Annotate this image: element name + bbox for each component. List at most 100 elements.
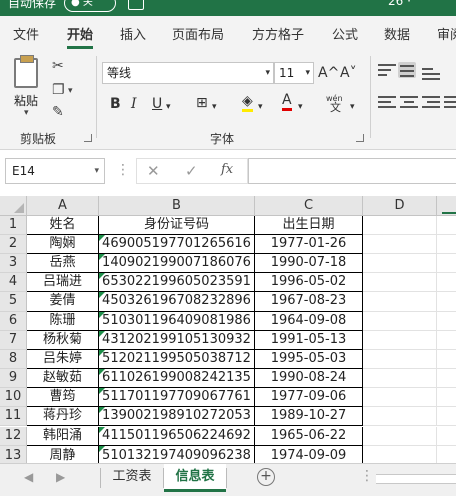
more-options-icon[interactable]: ⋮ xyxy=(360,468,374,484)
chevron-down-icon[interactable]: ▾ xyxy=(24,108,29,118)
table-cell[interactable]: 陶娴 xyxy=(27,235,99,255)
table-cell[interactable]: 611026199008242135 xyxy=(99,369,255,389)
table-cell[interactable]: 512021199505038712 xyxy=(99,349,255,370)
table-cell[interactable]: 469005197701265616 xyxy=(99,235,255,255)
align-middle-icon[interactable] xyxy=(398,62,416,78)
cancel-icon[interactable]: ✕ xyxy=(147,162,160,180)
table-cell[interactable] xyxy=(437,235,456,255)
scroll-left-icon[interactable]: ◀ xyxy=(24,470,33,484)
table-cell[interactable]: 赵敏茹 xyxy=(27,369,99,389)
formula-input[interactable] xyxy=(248,158,456,184)
table-cell[interactable]: 511701197709067761 xyxy=(99,388,255,408)
table-cell[interactable] xyxy=(363,235,437,255)
save-icon[interactable] xyxy=(128,0,144,10)
table-cell[interactable] xyxy=(363,388,437,408)
row-header[interactable]: 7 xyxy=(0,330,27,350)
border-icon[interactable]: ⊞ xyxy=(196,94,208,112)
chevron-down-icon[interactable]: ▾ xyxy=(350,98,355,116)
table-cell[interactable] xyxy=(437,312,456,331)
table-cell[interactable]: 450326196708232896 xyxy=(99,292,255,312)
tab-page-layout[interactable]: 页面布局 xyxy=(172,24,224,43)
cell-d1[interactable] xyxy=(363,216,437,235)
tab-formulas[interactable]: 公式 xyxy=(332,24,358,43)
table-cell[interactable]: 1990-08-24 xyxy=(255,369,363,389)
row-header[interactable]: 12 xyxy=(0,426,27,446)
chevron-down-icon[interactable]: ▾ xyxy=(298,98,303,116)
table-cell[interactable]: 653022199605023591 xyxy=(99,273,255,293)
tab-data[interactable]: 数据 xyxy=(384,24,410,43)
increase-font-button[interactable]: A^ xyxy=(318,64,339,82)
table-cell[interactable] xyxy=(437,427,456,446)
table-cell[interactable]: 蒋丹珍 xyxy=(27,407,99,427)
table-cell[interactable]: 1995-05-03 xyxy=(255,349,363,370)
align-left-icon[interactable] xyxy=(378,96,396,112)
add-sheet-button[interactable]: + xyxy=(257,468,275,486)
table-cell[interactable]: 139002198910272053 xyxy=(99,407,255,427)
table-cell[interactable]: 431202199105130932 xyxy=(99,330,255,350)
align-right-icon[interactable] xyxy=(422,96,440,112)
clipboard-launcher-icon[interactable] xyxy=(84,134,92,142)
table-cell[interactable] xyxy=(437,254,456,274)
row-header[interactable]: 9 xyxy=(0,369,27,389)
column-header-b[interactable]: B xyxy=(99,196,255,216)
table-cell[interactable]: 411501196506224692 xyxy=(99,426,255,446)
table-cell[interactable] xyxy=(437,331,456,350)
row-header[interactable]: 1 xyxy=(0,216,27,235)
row-header[interactable]: 4 xyxy=(0,273,27,293)
table-cell[interactable] xyxy=(437,292,456,312)
row-header[interactable]: 5 xyxy=(0,292,27,312)
copy-dropdown-icon[interactable]: ▾ xyxy=(68,86,73,96)
font-color-button[interactable]: A xyxy=(282,93,292,111)
table-cell[interactable] xyxy=(437,350,456,370)
table-cell[interactable]: 吕朱婷 xyxy=(27,349,99,370)
row-header[interactable]: 6 xyxy=(0,311,27,331)
sheet-tab-salary[interactable]: 工资表 xyxy=(101,464,163,492)
select-all-button[interactable] xyxy=(0,196,27,216)
table-cell[interactable]: 姜倩 xyxy=(27,292,99,312)
chevron-down-icon[interactable]: ▾ xyxy=(212,98,217,116)
more-options-icon[interactable]: ⋮ xyxy=(116,162,130,178)
table-cell[interactable]: 1977-09-06 xyxy=(255,388,363,408)
enter-icon[interactable]: ✓ xyxy=(185,162,198,180)
row-header[interactable]: 11 xyxy=(0,407,27,427)
table-cell[interactable] xyxy=(363,273,437,293)
table-cell[interactable] xyxy=(363,254,437,274)
align-center-icon[interactable] xyxy=(400,96,418,112)
table-cell[interactable] xyxy=(437,369,456,389)
tab-review[interactable]: 审阅 xyxy=(437,24,456,43)
table-cell[interactable]: 510301196409081986 xyxy=(99,311,255,331)
table-cell[interactable] xyxy=(363,330,437,350)
table-cell[interactable] xyxy=(363,311,437,331)
table-cell[interactable] xyxy=(363,407,437,427)
cut-icon[interactable]: ✂ xyxy=(52,58,64,74)
tab-insert[interactable]: 插入 xyxy=(120,24,146,43)
align-bottom-icon[interactable] xyxy=(422,68,440,84)
table-cell[interactable]: 1964-09-08 xyxy=(255,311,363,331)
chevron-down-icon[interactable]: ▾ xyxy=(166,98,171,116)
table-cell[interactable]: 1996-05-02 xyxy=(255,273,363,293)
fill-color-icon[interactable]: ◈ xyxy=(242,94,253,112)
horizontal-scrollbar[interactable] xyxy=(376,474,456,484)
table-cell[interactable] xyxy=(363,369,437,389)
insert-function-button[interactable]: fx xyxy=(221,162,233,177)
table-cell[interactable] xyxy=(363,349,437,370)
cell-c1[interactable]: 出生日期 xyxy=(255,216,363,235)
row-header[interactable]: 8 xyxy=(0,349,27,370)
table-cell[interactable]: 1965-06-22 xyxy=(255,426,363,446)
cell-a1[interactable]: 姓名 xyxy=(27,216,99,235)
decrease-font-button[interactable]: A˅ xyxy=(340,64,357,82)
sheet-tab-info[interactable]: 信息表 xyxy=(164,464,226,492)
font-launcher-icon[interactable] xyxy=(356,134,364,142)
font-name-select[interactable]: 等线 ▾ xyxy=(102,62,274,84)
copy-icon[interactable]: ❐ xyxy=(52,82,65,98)
table-cell[interactable]: 韩阳涌 xyxy=(27,426,99,446)
column-header-a[interactable]: A xyxy=(27,196,99,216)
table-cell[interactable]: 1990-07-18 xyxy=(255,254,363,274)
row-header[interactable]: 3 xyxy=(0,254,27,274)
table-cell[interactable]: 1989-10-27 xyxy=(255,407,363,427)
scroll-right-icon[interactable]: ▶ xyxy=(56,470,65,484)
paste-icon[interactable] xyxy=(14,55,38,88)
format-painter-icon[interactable]: ✎ xyxy=(52,104,64,120)
column-header-c[interactable]: C xyxy=(255,196,363,216)
align-top-icon[interactable] xyxy=(378,64,396,80)
